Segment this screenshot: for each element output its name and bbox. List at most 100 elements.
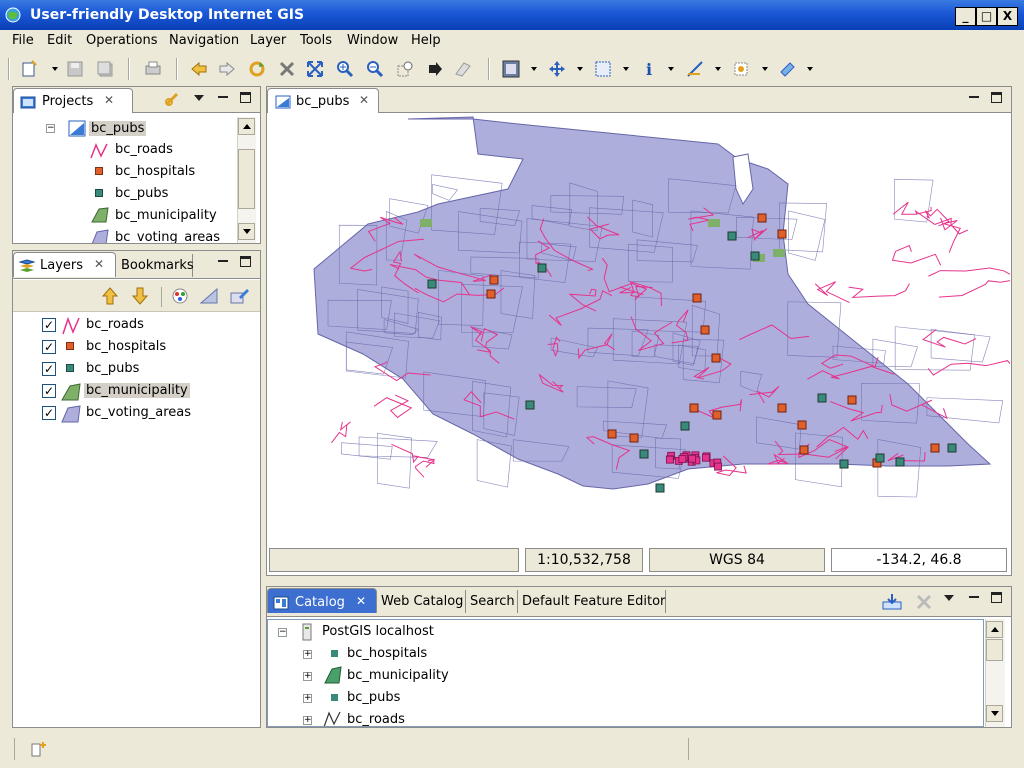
project-item-bc-pubs[interactable]: bc_pubs — [89, 121, 147, 136]
tab-layers[interactable]: Layers ✕ — [13, 252, 116, 277]
maximize-view-icon[interactable] — [240, 256, 251, 267]
layer-visibility-checkbox[interactable]: ✓ — [42, 384, 56, 398]
select-box-icon[interactable] — [594, 60, 612, 78]
project-child-label[interactable]: bc_voting_areas — [115, 230, 220, 243]
back-icon[interactable] — [190, 60, 208, 78]
scroll-thumb[interactable] — [238, 149, 255, 209]
layer-row[interactable]: ✓ bc_hospitals — [13, 337, 260, 359]
catalog-item-label[interactable]: bc_municipality — [347, 668, 449, 683]
view-menu-icon[interactable] — [194, 95, 204, 101]
map-canvas[interactable] — [268, 114, 1010, 546]
catalog-scrollbar[interactable] — [985, 619, 1005, 727]
save-all-icon[interactable] — [96, 60, 114, 78]
map-export-icon[interactable] — [502, 60, 520, 78]
close-map-icon[interactable]: ✕ — [359, 94, 371, 106]
zoom-in-icon[interactable] — [336, 60, 354, 78]
catalog-root-label[interactable]: PostGIS localhost — [322, 624, 434, 639]
forward-icon[interactable] — [218, 60, 236, 78]
close-projects-icon[interactable]: ✕ — [104, 94, 116, 106]
collapse-icon[interactable]: − — [278, 628, 287, 637]
layer-properties-icon[interactable] — [199, 287, 219, 305]
menu-file[interactable]: File — [12, 33, 34, 48]
save-icon[interactable] — [66, 60, 84, 78]
fast-view-icon[interactable] — [30, 740, 50, 758]
new-icon[interactable] — [20, 60, 38, 78]
tab-map-bc-pubs[interactable]: bc_pubs ✕ — [267, 88, 379, 113]
layer-row[interactable]: ✓ bc_voting_areas — [13, 403, 260, 425]
tab-catalog[interactable]: Catalog ✕ — [267, 588, 377, 613]
close-layers-icon[interactable]: ✕ — [94, 258, 106, 270]
expand-icon[interactable]: + — [303, 716, 312, 725]
feature-tool-icon[interactable] — [732, 60, 750, 78]
tab-default-feature-editor[interactable]: Default Feature Editor — [518, 590, 666, 613]
minimize-view-icon[interactable] — [969, 96, 979, 98]
eraser-icon[interactable] — [454, 60, 472, 78]
move-layer-down-icon[interactable] — [131, 287, 149, 305]
menu-navigation[interactable]: Navigation — [169, 33, 239, 48]
scale-display[interactable]: 1:10,532,758 — [525, 548, 643, 572]
refresh-icon[interactable] — [248, 60, 266, 78]
catalog-item-label[interactable]: bc_hospitals — [347, 646, 427, 661]
project-child-label[interactable]: bc_hospitals — [115, 164, 195, 179]
expand-icon[interactable]: + — [303, 694, 312, 703]
catalog-item-label[interactable]: bc_roads — [347, 712, 405, 726]
maximize-view-icon[interactable] — [991, 92, 1002, 103]
crs-display[interactable]: WGS 84 — [649, 548, 825, 572]
layer-visibility-checkbox[interactable]: ✓ — [42, 318, 56, 332]
scroll-down-button[interactable] — [986, 705, 1003, 722]
info-icon[interactable]: i — [640, 60, 658, 78]
tab-projects[interactable]: Projects ✕ — [13, 88, 133, 113]
layer-row[interactable]: ✓ bc_roads — [13, 315, 260, 337]
minimize-view-icon[interactable] — [218, 260, 228, 262]
move-layer-up-icon[interactable] — [101, 287, 119, 305]
menu-help[interactable]: Help — [411, 33, 441, 48]
projects-scrollbar[interactable] — [237, 117, 256, 243]
zoom-extent-icon[interactable] — [306, 60, 324, 78]
menu-window[interactable]: Window — [347, 33, 398, 48]
layer-visibility-checkbox[interactable]: ✓ — [42, 362, 56, 376]
style-icon[interactable] — [171, 287, 189, 305]
tab-web-catalog[interactable]: Web Catalog — [377, 590, 466, 613]
scroll-up-button[interactable] — [238, 118, 255, 135]
menu-edit[interactable]: Edit — [47, 33, 72, 48]
scroll-down-button[interactable] — [238, 223, 255, 240]
link-icon[interactable] — [163, 90, 183, 110]
view-menu-icon[interactable] — [944, 595, 954, 601]
project-child-label[interactable]: bc_municipality — [115, 208, 217, 223]
zoom-box-icon[interactable] — [396, 60, 414, 78]
minimize-view-icon[interactable] — [969, 596, 979, 598]
remove-icon[interactable] — [915, 593, 933, 611]
tab-bookmarks[interactable]: Bookmarks — [117, 254, 194, 277]
stop-icon[interactable] — [278, 60, 296, 78]
edit-tool-icon[interactable] — [686, 60, 704, 78]
menu-layer[interactable]: Layer — [250, 33, 286, 48]
maximize-view-icon[interactable] — [991, 592, 1002, 603]
maximize-view-icon[interactable] — [240, 92, 251, 103]
layer-visibility-checkbox[interactable]: ✓ — [42, 406, 56, 420]
expand-icon[interactable]: + — [303, 672, 312, 681]
scroll-up-button[interactable] — [986, 621, 1003, 638]
project-child-label[interactable]: bc_pubs — [115, 186, 168, 201]
pan-forward-icon[interactable] — [426, 60, 444, 78]
catalog-item-label[interactable]: bc_pubs — [347, 690, 400, 705]
import-icon[interactable] — [881, 593, 903, 611]
minimize-button[interactable]: _ — [955, 7, 976, 26]
layer-row[interactable]: ✓ bc_pubs — [13, 359, 260, 381]
minimize-view-icon[interactable] — [218, 96, 228, 98]
tab-search[interactable]: Search — [466, 590, 518, 613]
layer-edit-icon[interactable] — [229, 287, 251, 305]
pan-icon[interactable] — [548, 60, 566, 78]
maximize-button[interactable]: □ — [976, 7, 997, 26]
window-titlebar[interactable]: User-friendly Desktop Internet GIS _ □ X — [0, 0, 1024, 30]
plugin-icon[interactable] — [778, 60, 796, 78]
layer-visibility-checkbox[interactable]: ✓ — [42, 340, 56, 354]
zoom-out-icon[interactable] — [366, 60, 384, 78]
project-child-label[interactable]: bc_roads — [115, 142, 173, 157]
close-catalog-icon[interactable]: ✕ — [356, 595, 368, 607]
layer-row[interactable]: ✓ bc_municipality — [13, 381, 260, 403]
print-icon[interactable] — [144, 60, 162, 78]
menu-tools[interactable]: Tools — [300, 33, 332, 48]
expand-icon[interactable]: + — [303, 650, 312, 659]
menu-operations[interactable]: Operations — [86, 33, 157, 48]
collapse-icon[interactable]: − — [46, 124, 55, 133]
